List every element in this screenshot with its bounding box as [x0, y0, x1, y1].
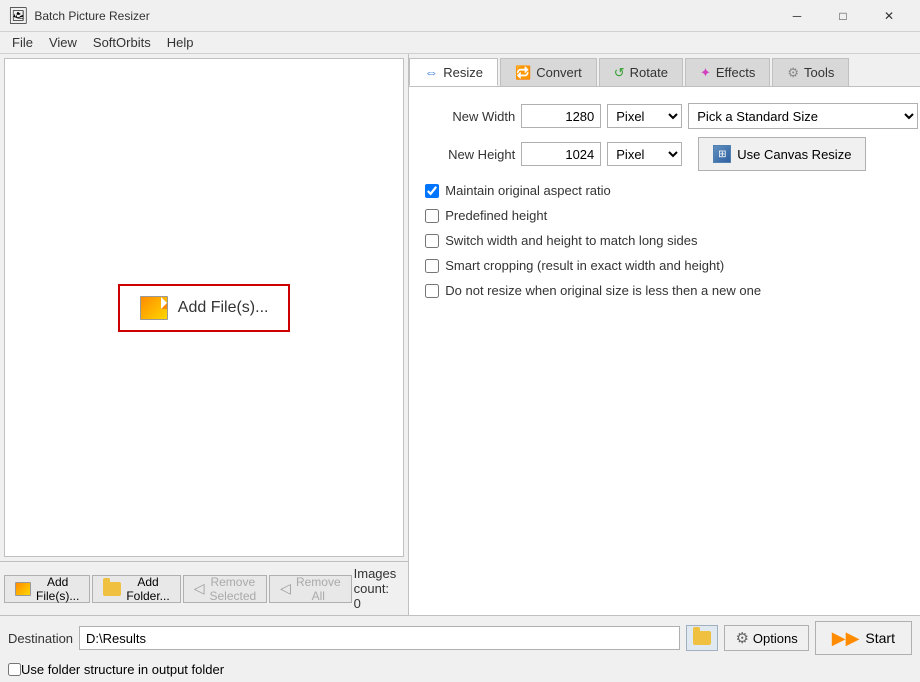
add-files-dropzone-button[interactable]: Add File(s)... — [118, 284, 291, 332]
checkboxes-section: Maintain original aspect ratio Predefine… — [425, 183, 918, 298]
add-files-label: Add File(s)... — [36, 575, 79, 603]
app-window: 🖼 Batch Picture Resizer ─ □ ✕ File View … — [0, 0, 920, 682]
standard-size-select[interactable]: Pick a Standard Size 640×480 800×600 102… — [688, 103, 918, 129]
effects-tab-icon: ✦ — [700, 65, 711, 81]
files-toolbar: Add File(s)... Add Folder... ◁ Remove Se… — [0, 561, 408, 615]
titlebar: 🖼 Batch Picture Resizer ─ □ ✕ — [0, 0, 920, 32]
menubar: File View SoftOrbits Help — [0, 32, 920, 54]
maintain-aspect-checkbox[interactable] — [425, 184, 439, 198]
menu-view[interactable]: View — [41, 33, 85, 52]
destination-label: Destination — [8, 631, 73, 646]
bottom-area: Destination ⚙ Options ▶▶ Start Use folde… — [0, 615, 920, 682]
predefined-height-label: Predefined height — [445, 208, 547, 223]
add-folder-button[interactable]: Add Folder... — [92, 575, 180, 603]
rotate-tab-icon: ↺ — [614, 65, 625, 81]
destination-row: Destination ⚙ Options ▶▶ Start — [0, 616, 920, 660]
options-label: Options — [753, 631, 798, 646]
right-panel: ⇔ Resize 🔁 Convert ↺ Rotate ✦ Effects ⚙ — [408, 54, 920, 615]
predefined-height-checkbox[interactable] — [425, 209, 439, 223]
remove-selected-label: Remove Selected — [209, 575, 256, 603]
add-files-button[interactable]: Add File(s)... — [4, 575, 90, 603]
canvas-resize-label: Use Canvas Resize — [737, 147, 851, 162]
switch-wh-row: Switch width and height to match long si… — [425, 233, 918, 248]
smart-crop-label: Smart cropping (result in exact width an… — [445, 258, 724, 273]
maintain-aspect-label: Maintain original aspect ratio — [445, 183, 610, 198]
new-width-label: New Width — [425, 109, 515, 124]
no-resize-checkbox[interactable] — [425, 284, 439, 298]
resize-panel: New Width Pixel Percent Inch Cm Pick a S… — [409, 87, 920, 615]
tab-tools-label: Tools — [804, 65, 834, 80]
menu-help[interactable]: Help — [159, 33, 202, 52]
tabs-bar: ⇔ Resize 🔁 Convert ↺ Rotate ✦ Effects ⚙ — [409, 54, 920, 87]
add-files-dropzone-label: Add File(s)... — [178, 299, 269, 317]
tab-rotate-label: Rotate — [630, 65, 668, 80]
start-play-icon: ▶▶ — [832, 628, 860, 649]
start-label: Start — [865, 630, 895, 646]
convert-tab-icon: 🔁 — [515, 65, 531, 81]
width-unit-select[interactable]: Pixel Percent Inch Cm — [607, 104, 682, 128]
file-icon — [140, 296, 168, 320]
tools-tab-icon: ⚙ — [787, 65, 799, 81]
titlebar-controls: ─ □ ✕ — [774, 0, 912, 32]
menu-softorbits[interactable]: SoftOrbits — [85, 33, 159, 52]
switch-wh-checkbox[interactable] — [425, 234, 439, 248]
main-area: Add File(s)... Add File(s)... Add Folder… — [0, 54, 920, 615]
predefined-height-row: Predefined height — [425, 208, 918, 223]
add-folder-icon — [103, 582, 121, 596]
remove-selected-icon: ◁ — [194, 580, 205, 597]
tab-effects[interactable]: ✦ Effects — [685, 58, 770, 86]
new-height-label: New Height — [425, 147, 515, 162]
tab-convert[interactable]: 🔁 Convert — [500, 58, 597, 86]
use-folder-row: Use folder structure in output folder — [0, 660, 920, 682]
images-count: Images count: 0 — [354, 566, 405, 611]
options-button[interactable]: ⚙ Options — [724, 625, 808, 651]
smart-crop-row: Smart cropping (result in exact width an… — [425, 258, 918, 273]
height-unit-select[interactable]: Pixel Percent Inch Cm — [607, 142, 682, 166]
canvas-resize-icon: ⊞ — [713, 145, 731, 163]
app-icon: 🖼 — [8, 6, 28, 26]
remove-all-button[interactable]: ◁ Remove All — [269, 575, 351, 603]
tab-rotate[interactable]: ↺ Rotate — [599, 58, 683, 86]
app-title: Batch Picture Resizer — [34, 9, 774, 23]
destination-input[interactable] — [79, 626, 680, 650]
remove-all-icon: ◁ — [280, 580, 291, 597]
tab-tools[interactable]: ⚙ Tools — [772, 58, 849, 86]
canvas-resize-button[interactable]: ⊞ Use Canvas Resize — [698, 137, 866, 171]
tab-effects-label: Effects — [716, 65, 756, 80]
height-input[interactable] — [521, 142, 601, 166]
add-files-icon — [15, 582, 31, 596]
resize-tab-icon: ⇔ — [424, 64, 438, 80]
minimize-button[interactable]: ─ — [774, 0, 820, 32]
height-row: New Height Pixel Percent Inch Cm ⊞ Use C… — [425, 137, 918, 171]
left-area: Add File(s)... Add File(s)... Add Folder… — [0, 54, 408, 615]
start-button[interactable]: ▶▶ Start — [815, 621, 912, 655]
width-row: New Width Pixel Percent Inch Cm Pick a S… — [425, 103, 918, 129]
options-gear-icon: ⚙ — [735, 629, 748, 647]
maintain-aspect-row: Maintain original aspect ratio — [425, 183, 918, 198]
tab-convert-label: Convert — [536, 65, 582, 80]
use-folder-label: Use folder structure in output folder — [21, 662, 224, 677]
smart-crop-checkbox[interactable] — [425, 259, 439, 273]
maximize-button[interactable]: □ — [820, 0, 866, 32]
no-resize-label: Do not resize when original size is less… — [445, 283, 761, 298]
menu-file[interactable]: File — [4, 33, 41, 52]
tab-resize-label: Resize — [443, 65, 483, 80]
drop-zone[interactable]: Add File(s)... — [4, 58, 404, 557]
browse-folder-button[interactable] — [686, 625, 718, 651]
browse-folder-icon — [693, 631, 711, 645]
close-button[interactable]: ✕ — [866, 0, 912, 32]
remove-selected-button[interactable]: ◁ Remove Selected — [183, 575, 267, 603]
no-resize-row: Do not resize when original size is less… — [425, 283, 918, 298]
tab-resize[interactable]: ⇔ Resize — [409, 58, 498, 86]
width-input[interactable] — [521, 104, 601, 128]
add-folder-label: Add Folder... — [126, 575, 169, 603]
switch-wh-label: Switch width and height to match long si… — [445, 233, 697, 248]
use-folder-checkbox[interactable] — [8, 663, 21, 676]
remove-all-label: Remove All — [296, 575, 341, 603]
